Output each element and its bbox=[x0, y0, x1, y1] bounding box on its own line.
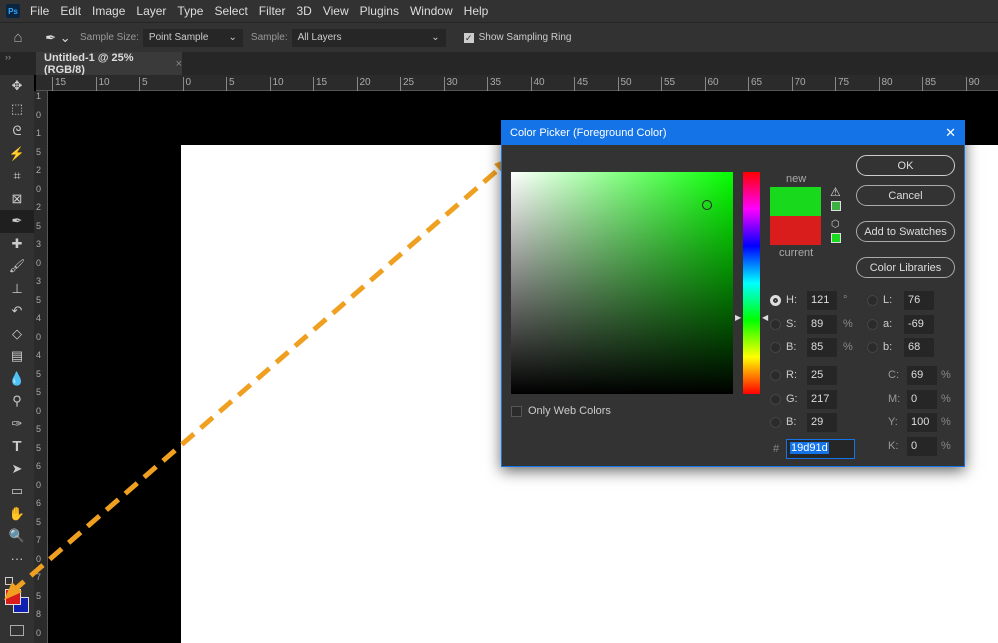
rgb-1-radio[interactable] bbox=[770, 393, 781, 405]
ok-button[interactable]: OK bbox=[856, 155, 955, 176]
hsb-2-unit: % bbox=[843, 341, 853, 353]
hsb-1-input[interactable]: 89 bbox=[807, 314, 837, 334]
hex-value: 19d91d bbox=[790, 442, 829, 454]
new-color-swatch bbox=[770, 187, 821, 216]
hsb-2-label: B: bbox=[786, 341, 797, 353]
web-safe-warning-icon[interactable]: ⬡ bbox=[831, 219, 840, 230]
cmyk-1-label: M: bbox=[888, 392, 901, 405]
rgb-0-input[interactable]: 25 bbox=[807, 366, 837, 385]
lab-2-input[interactable]: 68 bbox=[904, 338, 934, 357]
hsb-1-radio[interactable] bbox=[770, 318, 781, 330]
web-safe-color-swatch[interactable] bbox=[831, 233, 841, 243]
rgb-2-radio[interactable] bbox=[770, 417, 781, 428]
cmyk-2-label: Y: bbox=[888, 416, 898, 428]
cmyk-3-unit: % bbox=[941, 439, 951, 452]
current-color-swatch[interactable] bbox=[770, 216, 821, 245]
rgb-2-input[interactable]: 29 bbox=[807, 413, 837, 432]
hue-slider[interactable] bbox=[743, 172, 760, 394]
gamut-color-swatch[interactable] bbox=[831, 201, 841, 211]
hsb-1-unit: % bbox=[843, 317, 853, 330]
hue-slider-right-arrow[interactable]: ◀ bbox=[762, 313, 768, 322]
lab-1-input[interactable]: -69 bbox=[904, 314, 934, 334]
color-field-cursor[interactable] bbox=[702, 200, 712, 210]
add-to-swatches-button[interactable]: Add to Swatches bbox=[856, 221, 955, 242]
dialog-title: Color Picker (Foreground Color) bbox=[510, 127, 667, 139]
cmyk-1-input[interactable]: 0 bbox=[907, 389, 937, 409]
rgb-1-input[interactable]: 217 bbox=[807, 389, 837, 409]
cancel-button[interactable]: Cancel bbox=[856, 185, 955, 206]
color-field[interactable] bbox=[511, 172, 733, 394]
lab-0-label: L: bbox=[883, 294, 893, 306]
only-web-colors-checkbox[interactable] bbox=[511, 406, 522, 417]
hsb-2-radio[interactable] bbox=[770, 342, 781, 353]
cmyk-3-label: K: bbox=[888, 439, 899, 452]
hsb-0-label: H: bbox=[786, 294, 797, 306]
hue-slider-left-arrow[interactable]: ▶ bbox=[735, 313, 741, 322]
cmyk-0-input[interactable]: 69 bbox=[907, 366, 937, 385]
lab-2-label: b: bbox=[883, 341, 893, 353]
hsb-0-unit: ° bbox=[843, 294, 848, 306]
color-libraries-button[interactable]: Color Libraries bbox=[856, 257, 955, 278]
only-web-colors-label: Only Web Colors bbox=[528, 405, 611, 417]
close-icon[interactable]: ✕ bbox=[945, 125, 956, 141]
current-label: current bbox=[779, 247, 814, 259]
hex-input[interactable]: 19d91d bbox=[786, 439, 855, 459]
cmyk-0-unit: % bbox=[941, 369, 951, 381]
hsb-2-input[interactable]: 85 bbox=[807, 338, 837, 357]
rgb-0-radio[interactable] bbox=[770, 370, 781, 381]
lab-2-radio[interactable] bbox=[867, 342, 878, 353]
lab-0-input[interactable]: 76 bbox=[904, 291, 934, 310]
hsb-0-input[interactable]: 121 bbox=[807, 291, 837, 310]
dialog-title-bar: Color Picker (Foreground Color) ✕ bbox=[502, 121, 964, 145]
hsb-0-radio[interactable] bbox=[770, 295, 781, 306]
lab-1-label: a: bbox=[883, 317, 893, 330]
lab-1-radio[interactable] bbox=[867, 318, 878, 330]
cmyk-2-input[interactable]: 100 bbox=[907, 413, 937, 432]
out-of-gamut-warning-icon[interactable]: ⚠ bbox=[830, 185, 841, 199]
hsb-1-label: S: bbox=[786, 317, 797, 330]
cmyk-3-input[interactable]: 0 bbox=[907, 436, 937, 456]
rgb-2-label: B: bbox=[786, 416, 797, 428]
hex-label: # bbox=[773, 443, 780, 455]
lab-0-radio[interactable] bbox=[867, 295, 878, 306]
cmyk-2-unit: % bbox=[941, 416, 951, 428]
color-picker-dialog: Color Picker (Foreground Color) ✕ ▶ ◀ On… bbox=[501, 120, 965, 467]
cmyk-1-unit: % bbox=[941, 392, 951, 405]
rgb-1-label: G: bbox=[786, 392, 798, 405]
rgb-0-label: R: bbox=[786, 369, 797, 381]
cmyk-0-label: C: bbox=[888, 369, 899, 381]
new-label: new bbox=[786, 173, 807, 185]
